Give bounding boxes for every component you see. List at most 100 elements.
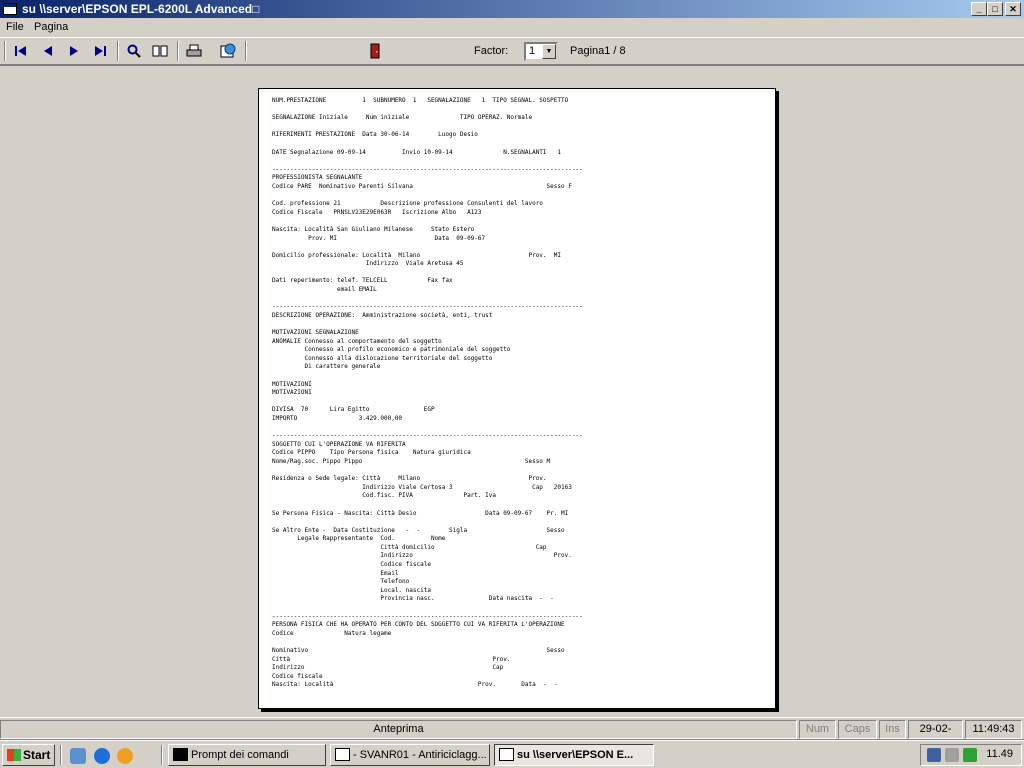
report-line: Telefono — [272, 578, 410, 586]
report-line: DIVISA 70 Lira Egitto EGP — [272, 406, 435, 414]
report-line: RIFERIMENTI PRESTAZIONE Data 30-06-14 Lu… — [272, 131, 478, 139]
status-caps: Caps — [838, 720, 877, 739]
start-button[interactable]: Start — [2, 744, 55, 766]
zoom-button[interactable] — [124, 42, 144, 60]
report-line: Codice PARE Nominativo Parenti Silvana S… — [272, 182, 572, 190]
report-line: MOTIVAZIONI — [272, 380, 312, 388]
maximize-button[interactable]: □ — [987, 2, 1003, 16]
report-line: Nome/Rag.soc. Pippo Pippo Sesso M — [272, 457, 551, 465]
report-line: Cod. professione 21 Descrizione professi… — [272, 200, 543, 208]
report-line: Indirizzo Viale Certosa 3 Cap 20163 — [272, 483, 572, 491]
report-line — [272, 467, 583, 476]
last-page-button[interactable] — [90, 42, 110, 60]
menu-pagina[interactable]: Pagina — [34, 21, 68, 33]
system-tray: 11.49 — [920, 744, 1022, 766]
exit-button[interactable] — [365, 42, 385, 60]
status-main: Anteprima — [0, 720, 797, 739]
report-page: NUM.PRESTAZIONE 1 SUBNUMERO 1 SEGNALAZIO… — [258, 88, 776, 709]
task-print-preview[interactable]: su \\server\EPSON E... — [494, 744, 654, 766]
report-line: Connesso al profilo economico e patrimon… — [272, 346, 511, 354]
task-command-prompt[interactable]: Prompt dei comandi — [168, 744, 326, 766]
command-prompt-icon — [173, 748, 188, 761]
status-time: 11:49:43 — [965, 720, 1022, 739]
menu-bar: File Pagina — [0, 18, 1024, 37]
report-line: PERSONA FISICA CHE HA OPERATO PER CONTO … — [272, 621, 565, 629]
report-line — [272, 424, 583, 433]
next-page-button[interactable] — [64, 42, 84, 60]
close-button[interactable]: ✕ — [1005, 2, 1021, 16]
application-window-icon — [499, 748, 514, 761]
toolbar-separator — [245, 41, 247, 61]
open-book-icon — [152, 45, 168, 57]
menu-file[interactable]: File — [6, 21, 24, 33]
report-line — [272, 106, 583, 115]
network-icon[interactable] — [927, 748, 941, 762]
report-line: DESCRIZIONE OPERAZIONE: Amministrazione … — [272, 311, 493, 319]
report-line — [272, 243, 583, 252]
report-line: MOTIVAZIONI SEGNALAZIONE — [272, 329, 359, 337]
report-line: ----------------------------------------… — [272, 612, 583, 620]
report-line: Città Prov. — [272, 655, 511, 663]
report-line: Local. nascita — [272, 586, 431, 594]
report-line: Indirizzo Cap — [272, 664, 504, 672]
last-page-icon — [95, 46, 106, 56]
factor-select[interactable]: 1 ▼ — [524, 42, 558, 61]
toolbar-grip — [4, 41, 6, 61]
report-line: Codice PIPPO Tipo Persona fisica Natura … — [272, 449, 471, 457]
first-page-button[interactable] — [11, 42, 31, 60]
print-button[interactable] — [184, 42, 204, 60]
report-line: Domicilio professionale: Località Milano… — [272, 251, 561, 259]
factor-label: Factor: — [474, 45, 509, 57]
report-line — [272, 518, 583, 527]
report-line — [272, 269, 583, 278]
report-line: Legale Rappresentante Cod. Nome — [272, 535, 446, 543]
chevron-down-icon[interactable]: ▼ — [542, 44, 556, 59]
report-line: Se Altro Ente - Data Costituzione - - Si… — [272, 526, 565, 534]
tools-icon[interactable] — [945, 748, 959, 762]
toolbar-separator — [177, 41, 179, 61]
previous-page-button[interactable] — [38, 42, 58, 60]
taskbar: Start Prompt dei comandi - SVANR01 - Ant… — [0, 740, 1024, 768]
export-button[interactable] — [218, 42, 238, 60]
window-icon[interactable] — [3, 3, 17, 15]
report-line — [272, 157, 583, 166]
report-line — [272, 398, 583, 407]
media-player-icon[interactable] — [117, 748, 133, 764]
report-line: MOTIVAZIONI — [272, 389, 312, 397]
printer-icon — [186, 44, 202, 57]
report-line: Nominativo Sesso — [272, 647, 565, 654]
report-line — [272, 123, 583, 132]
report-line: Residenza o Sede legale: Città Milano Pr… — [272, 475, 547, 483]
first-page-icon — [15, 46, 26, 56]
previous-page-icon — [44, 46, 52, 56]
report-line: ----------------------------------------… — [272, 165, 583, 173]
report-line: ANOMALIE Connesso al comportamento del s… — [272, 337, 442, 345]
status-ins: Ins — [879, 720, 906, 739]
toolbar: Factor: 1 ▼ Pagina1 / 8 — [0, 37, 1024, 65]
report-line — [272, 192, 583, 201]
task-label: su \\server\EPSON E... — [517, 749, 634, 761]
report-line: email EMAIL — [272, 286, 377, 294]
report-line: Città domicilio Cap — [272, 543, 547, 551]
report-line — [272, 140, 583, 149]
security-shield-icon[interactable] — [963, 748, 977, 762]
title-bar[interactable]: su \\server\EPSON EPL-6200L Advanced□ _ … — [0, 0, 1024, 18]
next-page-icon — [70, 46, 78, 56]
minimize-button[interactable]: _ — [971, 2, 987, 16]
factor-value: 1 — [529, 45, 536, 57]
report-line: ----------------------------------------… — [272, 432, 583, 440]
page-indicator: Pagina1 / 8 — [570, 45, 626, 57]
status-bar: Anteprima Num Caps Ins 29-02-2016 11:49:… — [0, 717, 1024, 739]
exit-door-icon — [370, 43, 380, 59]
report-content: NUM.PRESTAZIONE 1 SUBNUMERO 1 SEGNALAZIO… — [272, 97, 583, 690]
report-line: Connesso alla dislocazione territoriale … — [272, 354, 493, 362]
task-svanr01[interactable]: - SVANR01 - Antiriciclagg... — [330, 744, 490, 766]
internet-explorer-icon[interactable] — [94, 748, 110, 764]
status-date: 29-02-2016 — [908, 720, 963, 739]
report-line — [272, 217, 583, 226]
report-line — [272, 320, 583, 329]
report-line — [272, 295, 583, 304]
show-desktop-icon[interactable] — [70, 748, 86, 764]
report-line: DATE Segnalazione 09-09-14 Invio 10-09-1… — [272, 148, 561, 156]
two-pages-button[interactable] — [150, 42, 170, 60]
